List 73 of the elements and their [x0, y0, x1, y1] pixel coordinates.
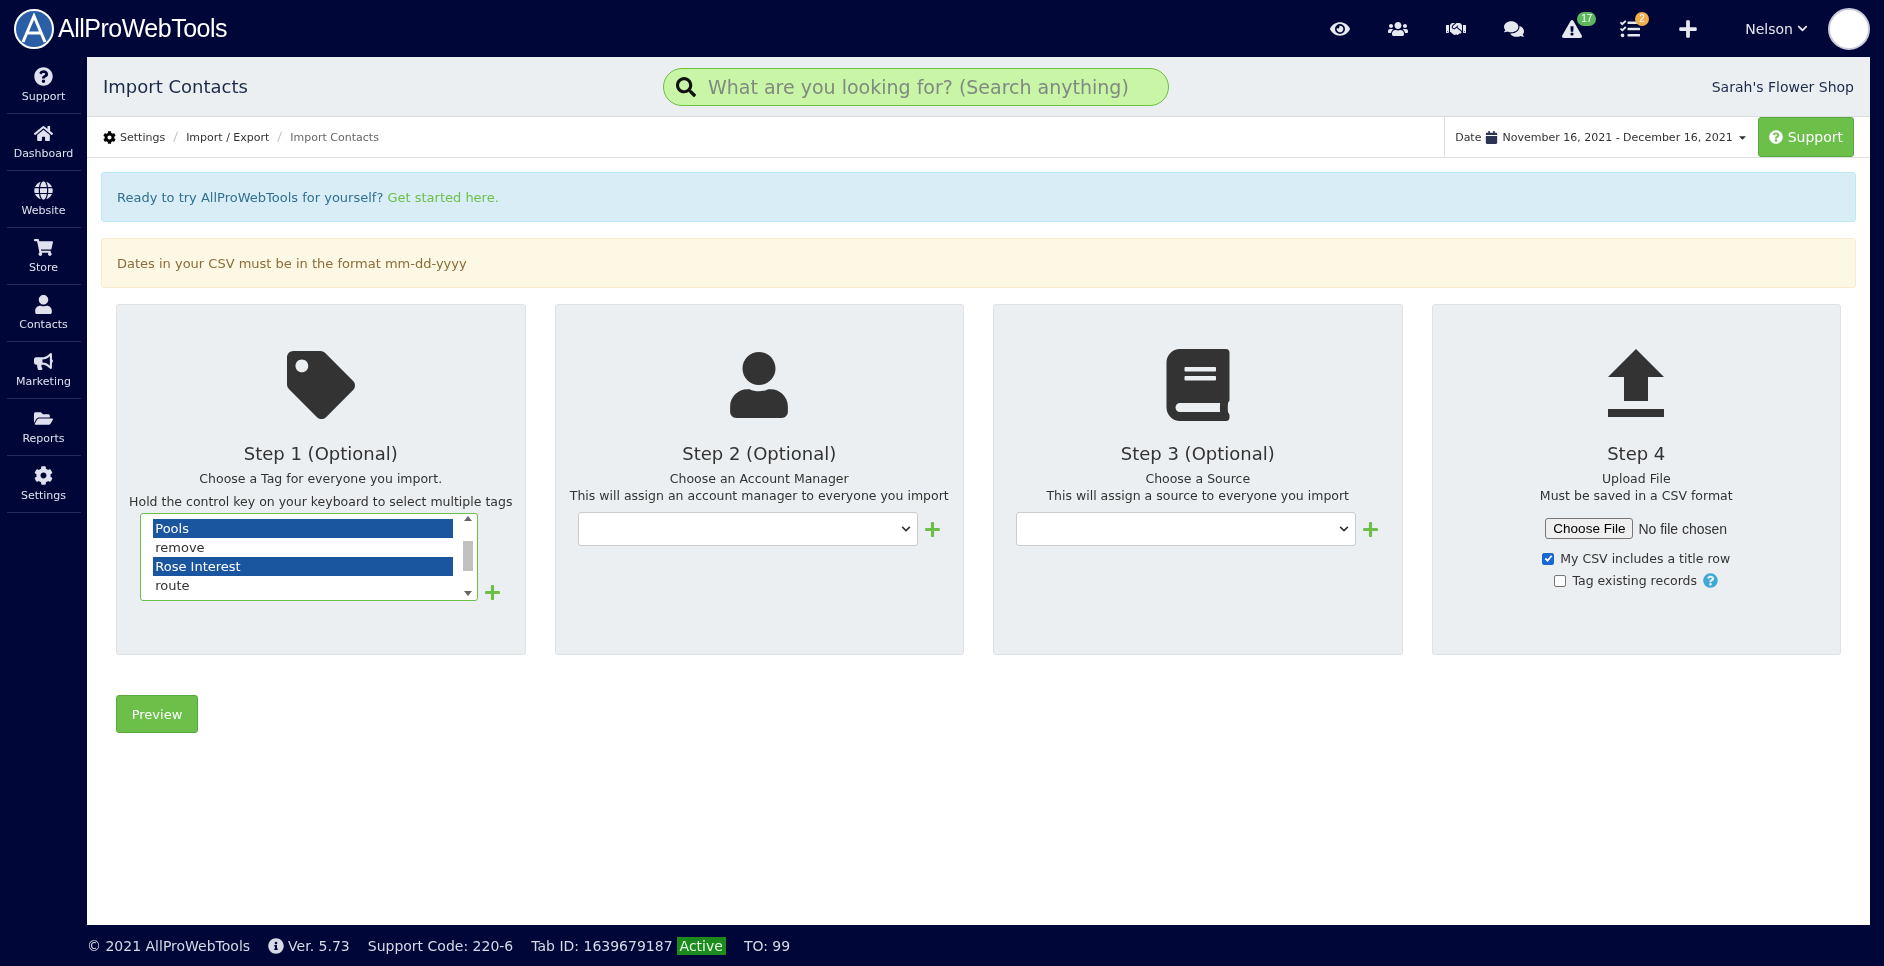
step-description: Choose an Account Manager [669, 470, 849, 487]
logo-icon [14, 8, 54, 49]
help-icon [34, 67, 53, 86]
shop-name: Sarah's Flower Shop [1711, 78, 1854, 95]
alert-text: Ready to try AllProWebTools for yourself? [117, 189, 384, 205]
info-icon [268, 937, 285, 954]
chevron-down-icon [900, 524, 911, 534]
tag-option[interactable]: remove [153, 538, 454, 557]
status-badge: Active [676, 936, 726, 955]
date-label: Date [1455, 130, 1482, 144]
breadcrumb-link[interactable]: Import Contacts [290, 130, 379, 144]
page-title: Import Contacts [103, 76, 249, 97]
sidebar-item[interactable]: Marketing [6, 342, 81, 399]
copyright-text: © 2021 AllProWebTools [87, 937, 251, 954]
settings-icon [34, 466, 53, 485]
count-badge: 2 [1635, 11, 1649, 26]
step-title: Step 3 (Optional) [1120, 443, 1275, 464]
step-title: Step 4 [1607, 443, 1666, 464]
home-icon [34, 124, 53, 143]
search-field[interactable]: What are you looking for? (Search anything) [663, 67, 1169, 106]
step-description: Must be saved in a CSV format [1539, 487, 1733, 504]
megaphone-icon [34, 352, 53, 371]
tag-listbox[interactable]: Pools remove Rose Interest route [140, 513, 479, 601]
checkbox[interactable] [1542, 552, 1555, 565]
file-status: No file chosen [1638, 520, 1728, 537]
date-range-picker[interactable]: November 16, 2021 - December 16, 2021 [1485, 130, 1748, 144]
step-description: Choose a Tag for everyone you import. [199, 470, 443, 487]
avatar[interactable] [1828, 7, 1870, 50]
tab-id-text: Tab ID: 1639679187 [531, 937, 673, 954]
search-icon [676, 76, 696, 97]
version-text: Ver. 5.73 [288, 937, 350, 954]
timeout-text: TO: 99 [743, 937, 791, 954]
person-icon [34, 295, 53, 314]
sidebar-item[interactable]: Support [6, 57, 81, 114]
folder-icon [34, 409, 53, 428]
settings-icon [103, 130, 116, 144]
brand-name: AllProWebTools [58, 14, 227, 43]
support-code-text: Support Code: 220-6 [367, 937, 514, 954]
alert-text: Dates in your CSV must be in the format mm-dd-yyyy [117, 255, 467, 271]
tag-option[interactable]: Rose Interest [153, 557, 454, 576]
user-menu[interactable]: Nelson [1739, 19, 1814, 38]
step-description: Upload File [1601, 470, 1671, 487]
tag-option[interactable]: route [153, 576, 454, 595]
sidebar-item[interactable]: Reports [6, 399, 81, 456]
step-description: This will assign a source to everyone you import [1046, 487, 1349, 504]
chat-bubbles-icon [1504, 18, 1525, 39]
breadcrumb-link[interactable]: Settings [120, 130, 166, 144]
choose-file-button[interactable]: Choose File [1545, 518, 1634, 539]
step-description: This will assign an account manager to everyone you import [569, 487, 949, 504]
checkbox-label: Tag existing records [1572, 573, 1698, 588]
calendar-icon [1485, 130, 1499, 144]
sidebar-item[interactable]: Website [6, 171, 81, 228]
checkbox[interactable] [1554, 574, 1567, 587]
step-description: Choose a Source [1145, 470, 1251, 487]
cart-icon [34, 238, 53, 257]
sidebar-item[interactable]: Contacts [6, 285, 81, 342]
step-description: Hold the control key on your keyboard to select multiple tags [129, 493, 513, 510]
step-title: Step 1 (Optional) [243, 443, 398, 464]
warning-icon [1562, 18, 1583, 39]
sidebar-item[interactable]: Settings [6, 456, 81, 513]
plus-icon [1678, 18, 1699, 39]
tag-option[interactable]: Pools [153, 519, 454, 538]
checkbox-label: My CSV includes a title row [1560, 551, 1731, 566]
sidebar-item[interactable]: Dashboard [6, 114, 81, 171]
chevron-down-icon [1339, 524, 1350, 534]
help-icon [1768, 130, 1783, 144]
count-badge: 17 [1577, 11, 1597, 26]
breadcrumb-link[interactable]: Import / Export [186, 130, 270, 144]
step-title: Step 2 (Optional) [682, 443, 837, 464]
globe-icon [34, 181, 53, 200]
tag-icon [286, 351, 355, 419]
sidebar-item[interactable]: Store [6, 228, 81, 285]
chevron-down-icon [1797, 23, 1808, 34]
